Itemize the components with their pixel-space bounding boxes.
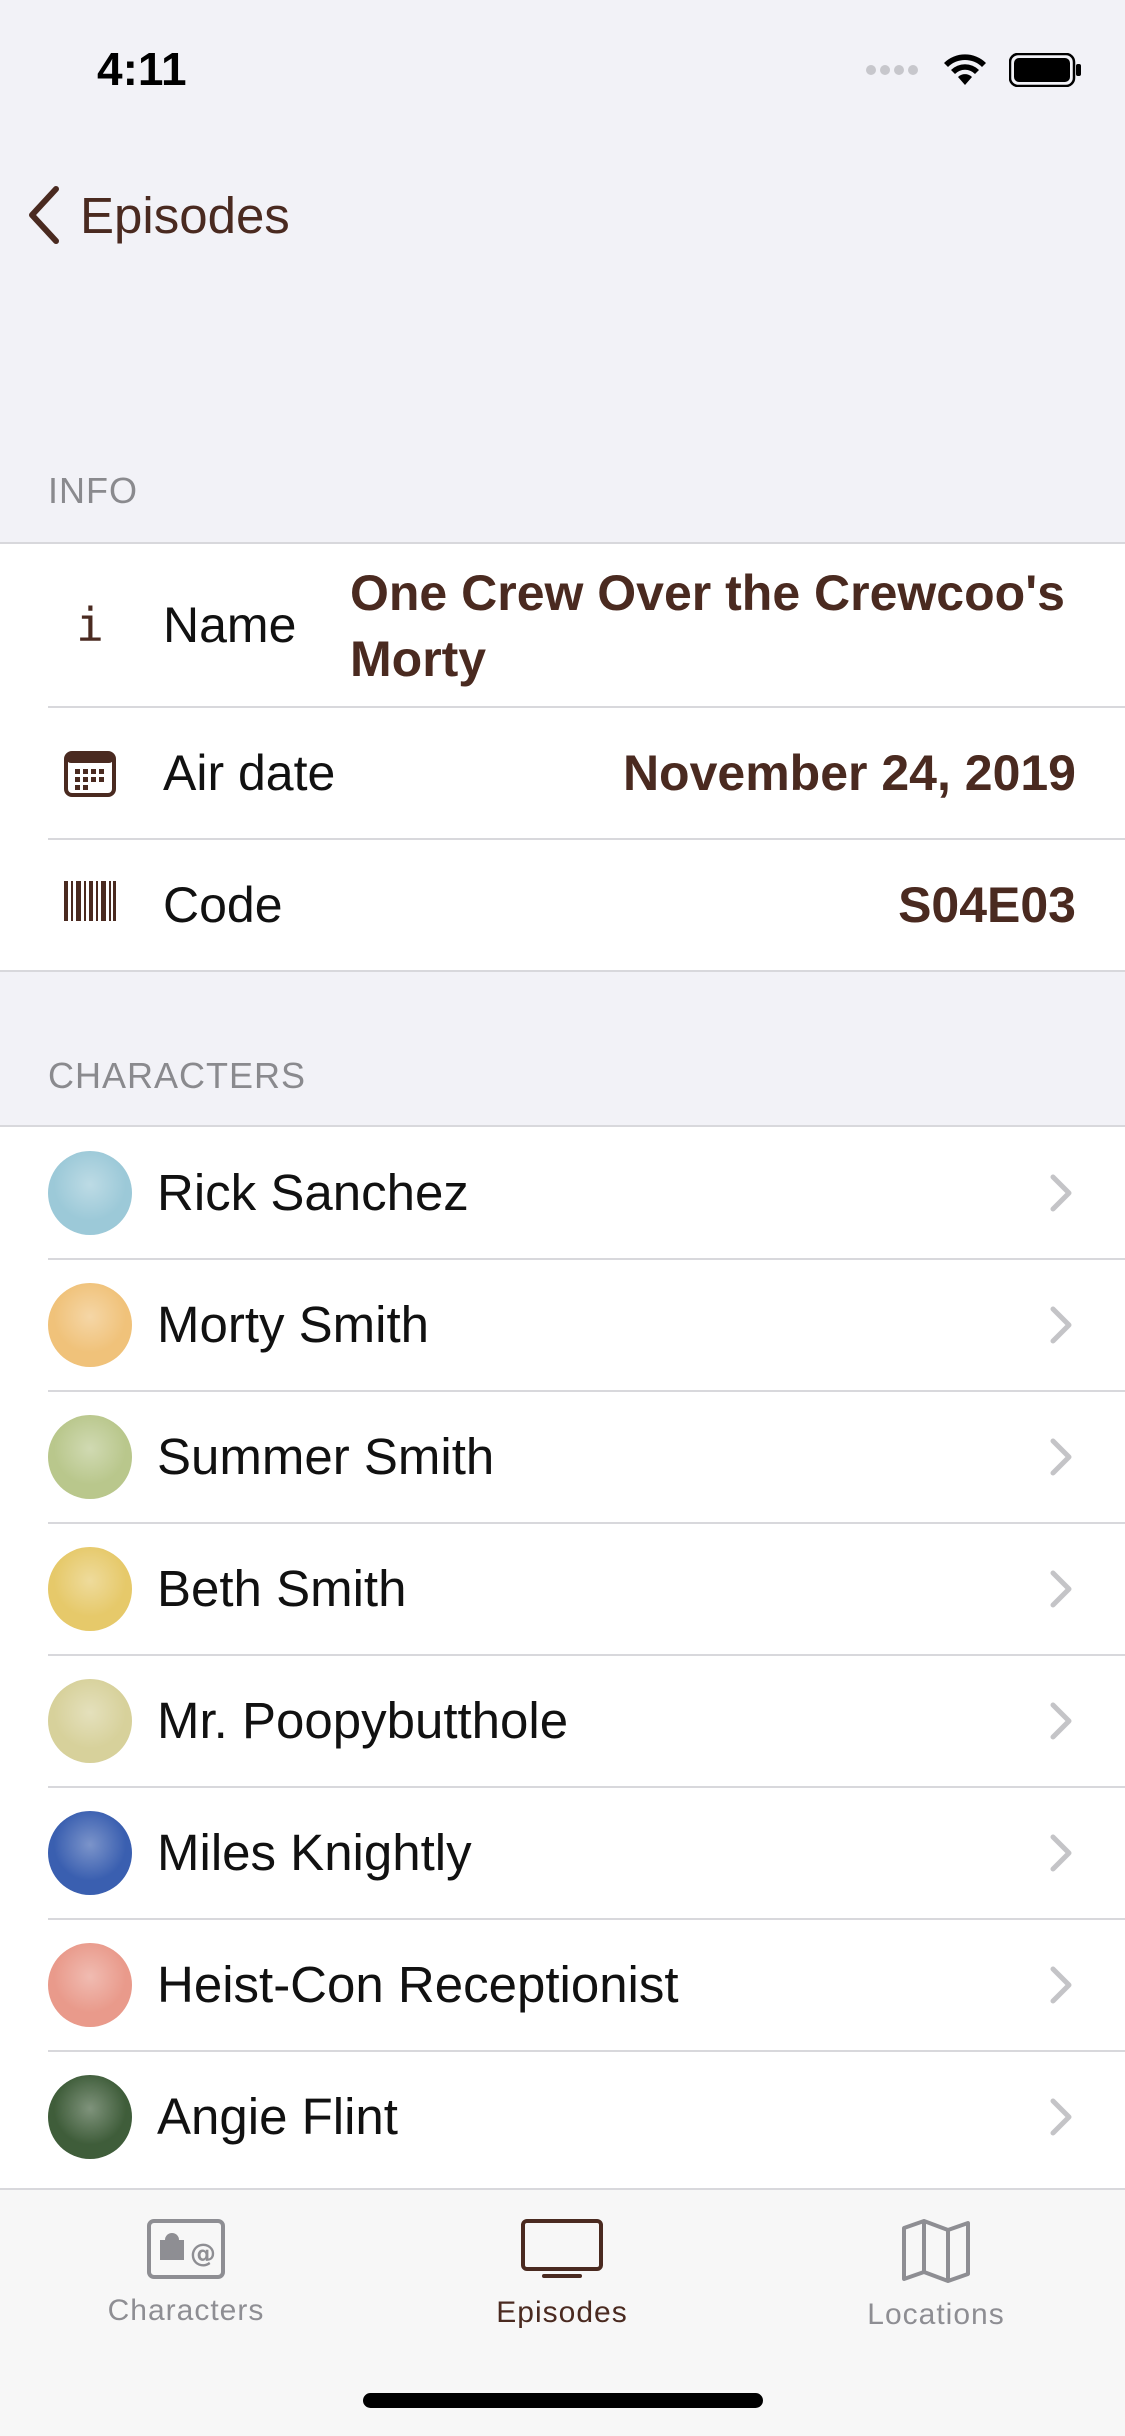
air-date-value: November 24, 2019 [622,745,1076,801]
chevron-right-icon [1050,2098,1072,2136]
status-time: 4:11 [97,43,187,95]
tab-locations[interactable]: Locations [796,2218,1076,2358]
character-row[interactable]: Summer Smith [0,1391,1125,1523]
character-avatar [48,1811,132,1895]
map-icon [902,2219,970,2283]
character-avatar [48,1547,132,1631]
character-name: Summer Smith [157,1428,495,1485]
home-indicator [363,2393,763,2408]
tab-characters-label: Characters [107,2294,265,2327]
tv-icon [521,2219,603,2278]
chevron-right-icon [1050,1174,1072,1212]
character-name: Angie Flint [157,2088,398,2145]
character-name: Miles Knightly [157,1824,472,1881]
back-button-label: Episodes [80,186,290,244]
info-row-name: i Name One Crew Over the Crewcoo's Morty [0,544,1125,706]
wifi-icon [944,54,986,85]
character-name: Mr. Poopybutthole [157,1692,569,1749]
info-row-code: Code S04E03 [0,840,1125,970]
svg-text:@: @ [190,2239,216,2269]
characters-section-header: CHARACTERS [48,1055,307,1096]
calendar-icon [55,738,125,808]
chevron-left-icon [29,186,59,244]
character-row[interactable]: Beth Smith [0,1523,1125,1655]
character-avatar [48,1283,132,1367]
character-row[interactable]: Mr. Poopybutthole [0,1655,1125,1787]
name-label: Name [163,597,297,653]
info-row-air-date: Air date November 24, 2019 [0,708,1125,838]
signal-icon [866,65,918,75]
character-row[interactable]: Miles Knightly [0,1787,1125,1919]
tab-characters[interactable]: @ Characters [46,2218,326,2358]
character-name: Beth Smith [157,1560,407,1617]
air-date-label: Air date [163,745,336,801]
characters-list: Rick Sanchez Morty Smith Summer Smith Beth … [0,1125,1125,2217]
character-name: Heist-Con Receptionist [157,1956,679,2013]
character-row[interactable]: Morty Smith [0,1259,1125,1391]
episode-detail-screen: 4:11 Episodes INFO i Name One Crew Over … [0,0,1125,2436]
contact-card-icon: @ [147,2219,225,2279]
character-avatar [48,1415,132,1499]
character-avatar [48,1943,132,2027]
chevron-right-icon [1050,1306,1072,1344]
tab-locations-label: Locations [867,2298,1005,2331]
chevron-right-icon [1050,1966,1072,2004]
character-avatar [48,1679,132,1763]
character-name: Morty Smith [157,1296,430,1353]
episode-name-value: One Crew Over the Crewcoo's Morty [350,565,1065,687]
chevron-right-icon [1050,1702,1072,1740]
character-name: Rick Sanchez [157,1164,469,1221]
info-icon: i [76,598,104,652]
character-row[interactable]: Rick Sanchez [0,1127,1125,1259]
character-row[interactable]: Heist-Con Receptionist [0,1919,1125,2051]
episode-code-value: S04E03 [898,877,1076,933]
battery-icon [1009,53,1081,87]
barcode-icon [55,866,125,936]
chevron-right-icon [1050,1438,1072,1476]
code-label: Code [163,877,283,933]
chevron-right-icon [1050,1570,1072,1608]
tab-episodes[interactable]: Episodes [422,2218,702,2358]
info-section-header: INFO [48,470,138,511]
back-button[interactable]: Episodes [24,180,290,250]
chevron-right-icon [1050,1834,1072,1872]
character-avatar [48,1151,132,1235]
status-icons [865,50,1083,90]
character-row[interactable]: Angie Flint [0,2051,1125,2183]
info-group: i Name One Crew Over the Crewcoo's Morty [0,542,1125,972]
tab-episodes-label: Episodes [496,2296,628,2329]
character-avatar [48,2075,132,2159]
